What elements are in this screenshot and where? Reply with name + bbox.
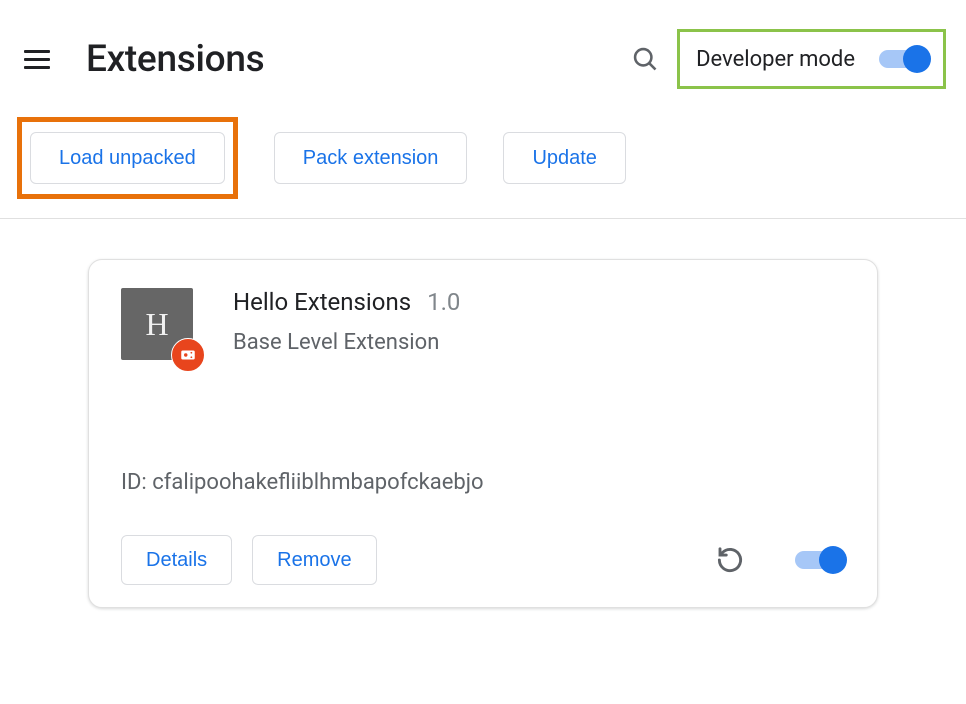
- header: Extensions Developer mode: [0, 0, 966, 90]
- load-unpacked-button[interactable]: Load unpacked: [30, 132, 225, 184]
- extension-description: Base Level Extension: [233, 330, 845, 355]
- extension-icon-wrap: H: [121, 288, 193, 360]
- extension-version: 1.0: [427, 288, 460, 316]
- toolbar: Load unpacked Pack extension Update: [0, 112, 966, 214]
- update-button[interactable]: Update: [503, 132, 626, 184]
- load-unpacked-highlight: Load unpacked: [17, 117, 238, 199]
- extension-name: Hello Extensions: [233, 288, 411, 316]
- unpacked-badge-icon: [171, 338, 205, 372]
- remove-button[interactable]: Remove: [252, 535, 376, 585]
- divider: [0, 218, 966, 219]
- details-button[interactable]: Details: [121, 535, 232, 585]
- extension-id: ID: cfalipoohakefliiblhmbapofckaebjo: [121, 470, 845, 495]
- search-icon[interactable]: [631, 45, 659, 73]
- developer-mode-toggle[interactable]: [879, 48, 929, 70]
- extension-card: H Hello Extensions 1.0 Base Level Extens…: [88, 259, 878, 608]
- reload-icon[interactable]: [715, 545, 745, 575]
- menu-icon[interactable]: [24, 45, 52, 73]
- developer-mode-label: Developer mode: [696, 47, 855, 72]
- developer-mode-highlight: Developer mode: [677, 29, 946, 89]
- page-title: Extensions: [86, 38, 264, 81]
- pack-extension-button[interactable]: Pack extension: [274, 132, 468, 184]
- extension-enable-toggle[interactable]: [795, 549, 845, 571]
